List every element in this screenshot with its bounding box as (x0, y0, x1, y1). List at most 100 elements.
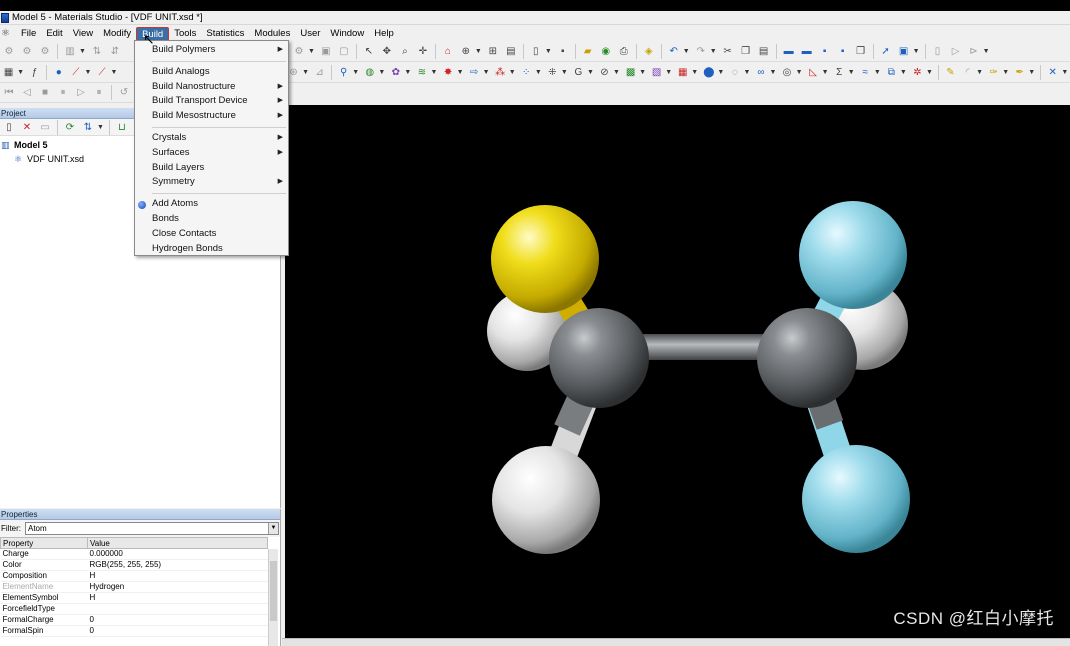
stop-icon[interactable]: ■ (38, 85, 53, 100)
property-value[interactable]: 0.000000 (87, 548, 268, 560)
undo-icon[interactable]: ↶ (666, 44, 681, 59)
document-menu-icon[interactable]: ⚛ (1, 28, 12, 39)
pause-icon[interactable]: ⏸ (56, 85, 71, 100)
gear-icon[interactable]: ⚙ (20, 44, 35, 59)
new-file-icon[interactable]: ▯ (528, 44, 543, 59)
menu-item-close-contacts[interactable]: Close Contacts (135, 227, 288, 242)
table-row[interactable]: ForcefieldType (0, 603, 268, 615)
table-row[interactable]: Composition H (0, 570, 268, 582)
step-icon[interactable]: ⊳ (966, 44, 981, 59)
cut-icon[interactable]: ✂ (720, 44, 735, 59)
chevron-down-icon[interactable]: ▼ (483, 69, 490, 76)
chevron-down-icon[interactable]: ▼ (691, 69, 698, 76)
step-back-icon[interactable]: ◁ (20, 85, 35, 100)
orbital-icon[interactable]: ∞ (754, 65, 768, 80)
chevron-down-icon[interactable]: ▼ (84, 69, 91, 76)
chevron-down-icon[interactable]: ▼ (561, 69, 568, 76)
arc-icon[interactable]: ◜ (961, 65, 975, 80)
chevron-down-icon[interactable]: ▼ (302, 69, 309, 76)
column-header-property[interactable]: Property (0, 537, 88, 549)
chevron-down-icon[interactable]: ▼ (983, 48, 990, 55)
properties-scrollbar[interactable] (268, 549, 278, 646)
menu-item-build-mesostructure[interactable]: Build Mesostructure ▶ (135, 109, 288, 124)
window-tile-icon[interactable]: ▪ (817, 44, 832, 59)
chevron-down-icon[interactable]: ▼ (431, 69, 438, 76)
chevron-down-icon[interactable]: ▼ (770, 69, 777, 76)
lattice-icon[interactable]: ⁂ (493, 65, 507, 80)
chevron-down-icon[interactable]: ▼ (308, 48, 315, 55)
chevron-down-icon[interactable]: ▼ (976, 69, 983, 76)
bond-icon[interactable]: ⟋ (95, 65, 109, 80)
chevron-down-icon[interactable]: ▼ (639, 69, 646, 76)
chevron-down-icon[interactable]: ▼ (352, 69, 359, 76)
chevron-down-icon[interactable]: ▼ (97, 124, 104, 131)
column-header-value[interactable]: Value (87, 537, 268, 549)
scrollbar-thumb[interactable] (270, 561, 277, 621)
sort-icon[interactable]: ⇵ (107, 44, 122, 59)
chevron-down-icon[interactable]: ▼ (665, 69, 672, 76)
hydrogen-atom-front[interactable] (492, 446, 600, 554)
chevron-down-icon[interactable]: ▼ (613, 69, 620, 76)
fit-icon[interactable]: ⊞ (485, 44, 500, 59)
chevron-down-icon[interactable]: ▼ (475, 48, 482, 55)
selected-hydrogen-atom[interactable] (491, 205, 599, 313)
filter-select[interactable]: Atom ▼ (25, 522, 279, 535)
matrix-icon[interactable]: ▩ (623, 65, 637, 80)
chevron-down-icon[interactable]: ▼ (535, 69, 542, 76)
center-icon[interactable]: ⊕ (458, 44, 473, 59)
torus-icon[interactable]: ◎ (780, 65, 794, 80)
table-row[interactable]: ElementName Hydrogen (0, 581, 268, 593)
settings-icon[interactable]: ⚙ (291, 44, 306, 59)
ribbon-icon[interactable]: ≋ (415, 65, 429, 80)
property-value[interactable]: H (87, 570, 268, 582)
document-icon[interactable]: ▯ (930, 44, 945, 59)
menu-modules[interactable]: Modules (249, 27, 295, 41)
eraser-icon[interactable]: ◈ (641, 44, 656, 59)
table-row[interactable]: Color RGB(255, 255, 255) (0, 559, 268, 571)
chevron-down-icon[interactable]: ▼ (378, 69, 385, 76)
table-row[interactable]: FormalCharge 0 (0, 614, 268, 626)
chevron-down-icon[interactable]: ▼ (111, 69, 118, 76)
table-row[interactable]: Charge 0.000000 (0, 548, 268, 560)
ball-icon[interactable]: ◍ (363, 65, 377, 80)
sort-icon[interactable]: ⇅ (89, 44, 104, 59)
sigma-icon[interactable]: Σ (832, 65, 846, 80)
table-row[interactable]: ElementSymbol H (0, 592, 268, 604)
pointer-icon[interactable]: ➚ (878, 44, 893, 59)
function-icon[interactable]: ƒ (28, 65, 42, 80)
menu-modify[interactable]: Modify (98, 27, 136, 41)
menu-item-hydrogen-bonds[interactable]: Hydrogen Bonds (135, 242, 288, 257)
pause-icon[interactable]: ⏸ (92, 85, 107, 100)
chevron-down-icon[interactable]: ▼ (545, 48, 552, 55)
menu-file[interactable]: File (16, 27, 41, 41)
loop-icon[interactable]: ↺ (117, 85, 132, 100)
property-value[interactable]: 0 (87, 625, 268, 637)
window-tile-icon[interactable]: ▪ (835, 44, 850, 59)
target-icon[interactable]: ⊘ (597, 65, 611, 80)
copy-icon[interactable]: ❐ (738, 44, 753, 59)
axis-icon[interactable]: ✕ (1046, 65, 1060, 80)
bond-icon[interactable]: ⟋ (69, 65, 83, 80)
property-value[interactable]: RGB(255, 255, 255) (87, 559, 268, 571)
grid-icon[interactable]: ▦ (2, 65, 16, 80)
window-tile-icon[interactable]: ▬ (799, 44, 814, 59)
3d-viewer[interactable]: CSDN @红白小摩托 (285, 105, 1070, 638)
play-icon[interactable]: ▷ (74, 85, 89, 100)
window-cascade-icon[interactable]: ❐ (853, 44, 868, 59)
menu-item-build-layers[interactable]: Build Layers (135, 161, 288, 176)
sort-icon[interactable]: ⇅ (81, 120, 96, 135)
isosurface-icon[interactable]: ◌ (728, 65, 742, 80)
property-value[interactable]: H (87, 592, 268, 604)
chevron-down-icon[interactable]: ▼ (17, 69, 24, 76)
zoom-icon[interactable]: ⌕ (397, 44, 412, 59)
properties-icon[interactable]: ▭ (38, 120, 53, 135)
carbon-atom-right[interactable] (757, 308, 857, 408)
pan-icon[interactable]: ✛ (415, 44, 430, 59)
menu-item-add-atoms[interactable]: Add Atoms (135, 197, 288, 212)
chart-icon[interactable]: ▥ (63, 44, 78, 59)
redo-icon[interactable]: ↷ (693, 44, 708, 59)
print-icon[interactable]: ⎙ (616, 44, 631, 59)
menu-item-crystals[interactable]: Crystals ▶ (135, 131, 288, 146)
chevron-down-icon[interactable]: ▼ (874, 69, 881, 76)
menu-help[interactable]: Help (369, 27, 399, 41)
